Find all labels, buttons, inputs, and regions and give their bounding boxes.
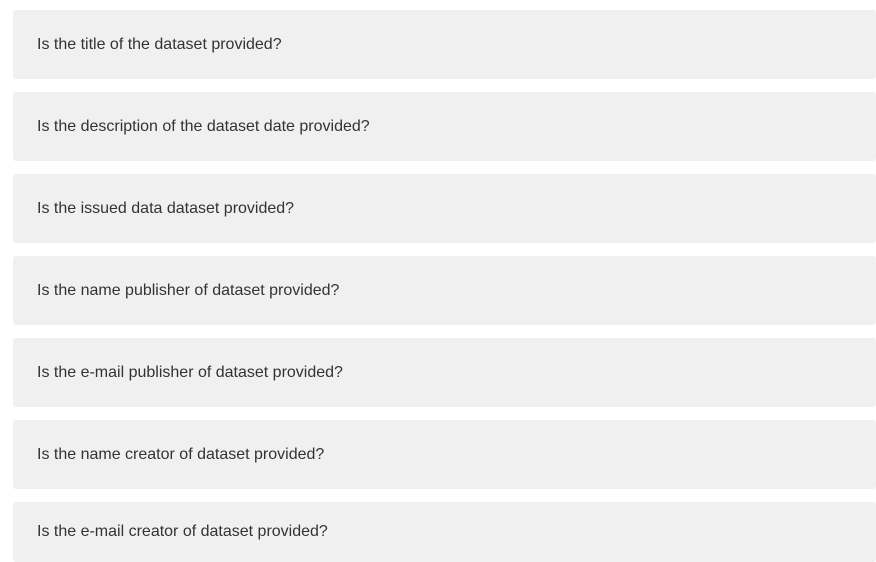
question-list: Is the title of the dataset provided? Is… bbox=[0, 0, 876, 562]
question-item-description[interactable]: Is the description of the dataset date p… bbox=[13, 92, 876, 161]
question-item-publisher-name[interactable]: Is the name publisher of dataset provide… bbox=[13, 256, 876, 325]
question-label: Is the name creator of dataset provided? bbox=[37, 445, 325, 463]
question-label: Is the title of the dataset provided? bbox=[37, 35, 282, 53]
question-label: Is the e-mail publisher of dataset provi… bbox=[37, 363, 343, 381]
question-label: Is the name publisher of dataset provide… bbox=[37, 281, 340, 299]
question-item-publisher-email[interactable]: Is the e-mail publisher of dataset provi… bbox=[13, 338, 876, 407]
question-item-title[interactable]: Is the title of the dataset provided? bbox=[13, 10, 876, 79]
question-item-creator-name[interactable]: Is the name creator of dataset provided? bbox=[13, 420, 876, 489]
question-label: Is the issued data dataset provided? bbox=[37, 199, 295, 217]
question-label: Is the e-mail creator of dataset provide… bbox=[37, 523, 328, 540]
question-item-creator-email[interactable]: Is the e-mail creator of dataset provide… bbox=[13, 502, 876, 562]
question-label: Is the description of the dataset date p… bbox=[37, 117, 370, 135]
question-item-issued-date[interactable]: Is the issued data dataset provided? bbox=[13, 174, 876, 243]
